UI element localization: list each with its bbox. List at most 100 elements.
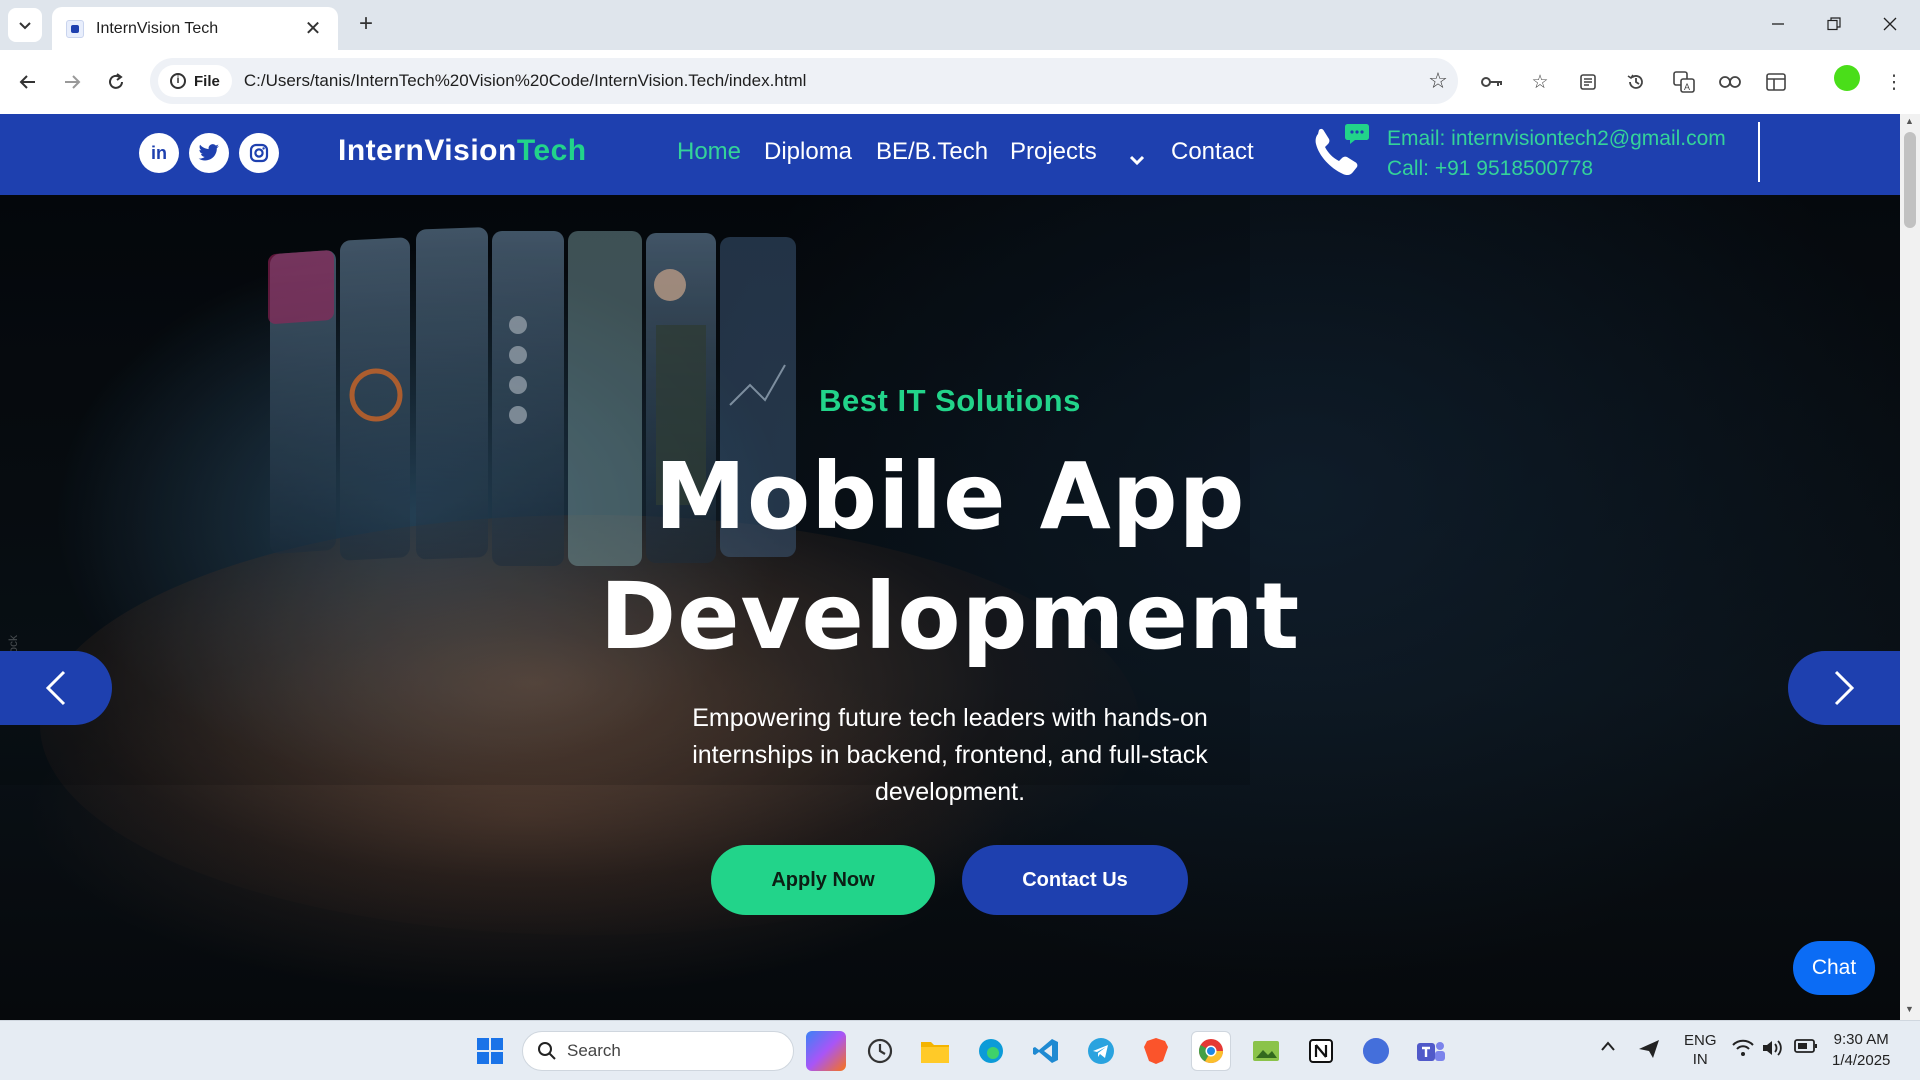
- arrow-right-icon: [65, 75, 81, 89]
- nav-diploma[interactable]: Diploma: [764, 138, 852, 166]
- browser-tabstrip: InternVision Tech ✕ +: [0, 0, 1920, 50]
- hero-subtitle: Empowering future tech leaders with hand…: [692, 704, 1208, 806]
- file-explorer-icon[interactable]: [915, 1031, 955, 1071]
- restore-icon: [1827, 17, 1841, 31]
- vscode-icon[interactable]: [1026, 1031, 1066, 1071]
- info-icon: i: [170, 73, 186, 89]
- chevron-right-icon: [1834, 670, 1855, 706]
- image-viewer-icon[interactable]: [1246, 1031, 1286, 1071]
- history-icon[interactable]: [1622, 68, 1650, 96]
- restore-button[interactable]: [1810, 8, 1858, 40]
- page-scrollbar[interactable]: ▲ ▼: [1900, 114, 1920, 1020]
- chrome-browser-icon[interactable]: [1191, 1031, 1231, 1071]
- lang-bottom: IN: [1692, 1051, 1708, 1068]
- new-tab-button[interactable]: +: [352, 10, 380, 38]
- site-favicon-icon: [66, 19, 84, 38]
- contact-phone[interactable]: Call: +91 9518500778: [1387, 154, 1726, 184]
- wifi-icon[interactable]: [1732, 1039, 1754, 1061]
- reading-list-icon[interactable]: [1574, 68, 1602, 96]
- brave-browser-icon[interactable]: [1136, 1031, 1176, 1071]
- nav-home[interactable]: Home: [677, 138, 741, 166]
- tab-close-icon[interactable]: ✕: [302, 16, 324, 41]
- tab-search-button[interactable]: [8, 8, 42, 42]
- projects-dropdown-chevron-icon[interactable]: [1128, 146, 1146, 174]
- url-text[interactable]: C:/Users/tanis/InternTech%20Vision%20Cod…: [244, 71, 1418, 91]
- reload-icon: [109, 73, 123, 89]
- scroll-down-icon[interactable]: ▼: [1905, 1004, 1914, 1014]
- clock-time: 9:30 AM: [1833, 1031, 1889, 1048]
- svg-text:A: A: [1684, 82, 1690, 92]
- carousel-prev-button[interactable]: [0, 651, 112, 725]
- canva-icon[interactable]: [1356, 1031, 1396, 1071]
- hero-title-line2: Development: [599, 563, 1301, 670]
- browser-toolbar: i File C:/Users/tanis/InternTech%20Visio…: [0, 50, 1920, 114]
- bookmark-star-icon[interactable]: ☆: [1418, 68, 1458, 94]
- volume-icon[interactable]: [1762, 1039, 1784, 1061]
- linkedin-icon[interactable]: in: [139, 133, 179, 173]
- contact-us-button[interactable]: Contact Us: [962, 845, 1188, 915]
- profile-avatar[interactable]: [1834, 65, 1860, 91]
- clock-app-icon[interactable]: [860, 1031, 900, 1071]
- reload-button[interactable]: [100, 66, 132, 98]
- header-divider: [1758, 122, 1760, 182]
- contact-info: Email: internvisiontech2@gmail.com Call:…: [1387, 124, 1726, 184]
- telegram-icon[interactable]: [1081, 1031, 1121, 1071]
- link-icon[interactable]: [1716, 68, 1744, 96]
- browser-tab[interactable]: InternVision Tech ✕: [52, 7, 338, 50]
- taskbar-search-placeholder: Search: [567, 1041, 621, 1060]
- copilot-icon[interactable]: [806, 1031, 846, 1071]
- tray-send-icon[interactable]: [1638, 1039, 1660, 1063]
- close-window-button[interactable]: [1866, 8, 1914, 40]
- tray-overflow-icon[interactable]: [1600, 1039, 1616, 1056]
- minimize-icon: [1772, 23, 1784, 25]
- site-info-chip[interactable]: i File: [158, 65, 232, 97]
- browser-menu-icon[interactable]: ⋮: [1880, 68, 1908, 96]
- hero-title-line1: Mobile App: [654, 443, 1246, 550]
- password-key-icon[interactable]: [1478, 68, 1506, 96]
- nav-betech[interactable]: BE/B.Tech: [876, 138, 988, 166]
- hero-title: Mobile App Development: [0, 437, 1900, 677]
- site-logo[interactable]: InternVisionTech: [338, 134, 587, 168]
- notion-icon[interactable]: [1301, 1031, 1341, 1071]
- language-indicator[interactable]: ENG IN: [1684, 1031, 1717, 1069]
- scroll-thumb[interactable]: [1904, 132, 1916, 228]
- site-info-label: File: [194, 72, 220, 90]
- sidebar-icon[interactable]: [1762, 68, 1790, 96]
- site-header: in InternVisionTech Home Diploma BE/B.Te…: [0, 114, 1900, 195]
- close-icon: [1883, 17, 1897, 31]
- edge-browser-icon[interactable]: [971, 1031, 1011, 1071]
- taskbar-clock[interactable]: 9:30 AM 1/4/2025: [1832, 1029, 1890, 1071]
- hero-carousel: Adobe Stock Best IT Solutions Mobile App…: [0, 195, 1900, 1020]
- search-icon: [538, 1042, 556, 1060]
- teams-icon[interactable]: [1411, 1031, 1451, 1071]
- scroll-up-icon[interactable]: ▲: [1905, 116, 1914, 126]
- logo-part1: InternVision: [338, 134, 517, 167]
- web-page: in InternVisionTech Home Diploma BE/B.Te…: [0, 114, 1900, 1020]
- chevron-down-icon: [19, 22, 31, 30]
- address-bar[interactable]: i File C:/Users/tanis/InternTech%20Visio…: [150, 58, 1458, 104]
- favorites-icon[interactable]: ☆: [1526, 68, 1554, 96]
- nav-projects[interactable]: Projects: [1010, 138, 1097, 166]
- battery-icon[interactable]: [1794, 1039, 1818, 1057]
- arrow-left-icon: [19, 75, 35, 89]
- chat-button[interactable]: Chat: [1793, 941, 1875, 995]
- chevron-left-icon: [45, 670, 66, 706]
- nav-contact[interactable]: Contact: [1171, 138, 1254, 166]
- instagram-icon[interactable]: [239, 133, 279, 173]
- windows-start-icon[interactable]: [470, 1031, 510, 1071]
- lang-top: ENG: [1684, 1032, 1717, 1049]
- minimize-button[interactable]: [1754, 8, 1802, 40]
- contact-email[interactable]: Email: internvisiontech2@gmail.com: [1387, 124, 1726, 154]
- clock-date: 1/4/2025: [1832, 1052, 1891, 1069]
- forward-button[interactable]: [56, 66, 88, 98]
- taskbar-search[interactable]: Search: [522, 1031, 794, 1071]
- windows-taskbar: Search ENG IN 9:30 AM 1/4/2025: [0, 1020, 1920, 1080]
- apply-now-button[interactable]: Apply Now: [711, 845, 935, 915]
- translate-icon[interactable]: A: [1670, 68, 1698, 96]
- logo-part2: Tech: [516, 134, 587, 167]
- tab-title: InternVision Tech: [96, 19, 219, 37]
- hero-kicker: Best IT Solutions: [819, 383, 1081, 418]
- carousel-next-button[interactable]: [1788, 651, 1900, 725]
- back-button[interactable]: [12, 66, 44, 98]
- twitter-icon[interactable]: [189, 133, 229, 173]
